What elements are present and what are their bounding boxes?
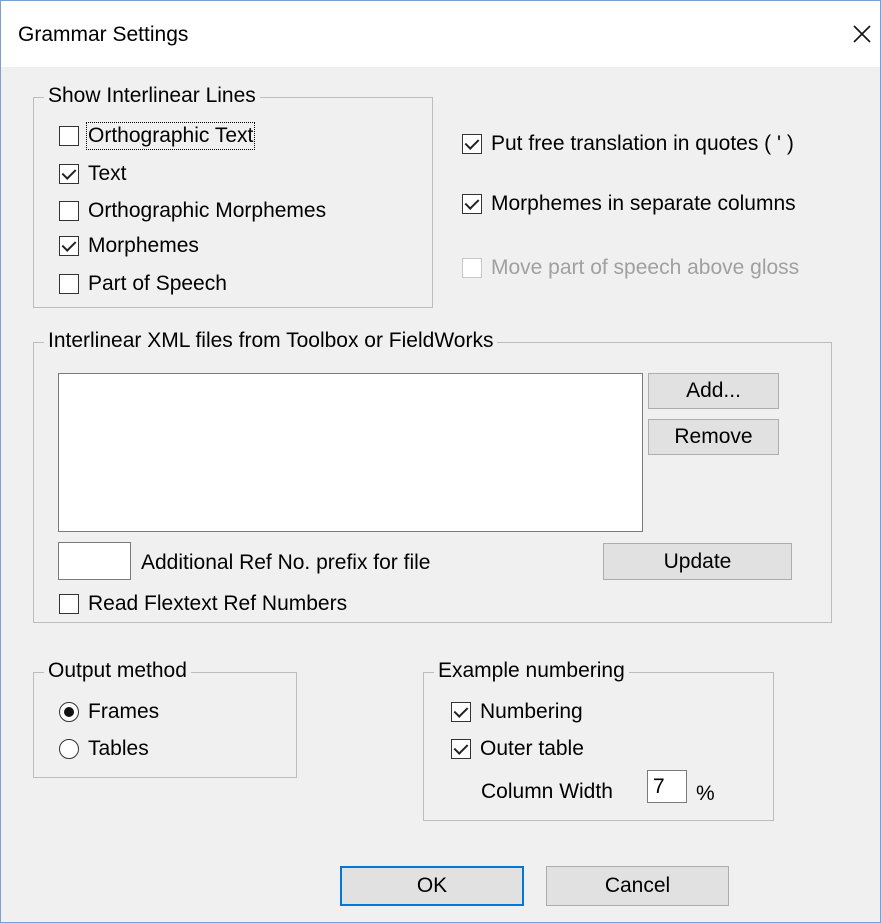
checkbox-label: Part of Speech (88, 272, 227, 295)
orthographic-morphemes-checkbox[interactable]: Orthographic Morphemes (59, 199, 326, 223)
free-translation-quotes-checkbox[interactable]: Put free translation in quotes ( ' ) (462, 132, 794, 156)
checkbox-label: Morphemes in separate columns (491, 192, 796, 215)
frames-radio[interactable]: Frames (59, 700, 159, 724)
cancel-button[interactable]: Cancel (546, 866, 729, 906)
close-icon (853, 25, 871, 43)
radio-label: Frames (88, 700, 160, 723)
column-width-input[interactable]: 7 (647, 770, 687, 803)
percent-label: % (696, 782, 715, 805)
xml-files-legend: Interlinear XML files from Toolbox or Fi… (44, 329, 498, 353)
ok-button-label: OK (416, 874, 448, 897)
example-numbering-legend: Example numbering (434, 659, 629, 683)
cancel-button-label: Cancel (604, 874, 671, 897)
morphemes-separate-columns-checkbox[interactable]: Morphemes in separate columns (462, 192, 796, 216)
checkbox-box (451, 702, 471, 722)
checkbox-box (59, 201, 79, 221)
column-width-value: 7 (653, 775, 665, 798)
checkbox-label: Outer table (480, 737, 584, 760)
checkbox-box (462, 134, 482, 154)
update-button[interactable]: Update (603, 543, 792, 580)
part-of-speech-checkbox[interactable]: Part of Speech (59, 272, 227, 296)
xml-files-group: Interlinear XML files from Toolbox or Fi… (33, 329, 832, 623)
checkbox-box (59, 594, 79, 614)
outer-table-checkbox[interactable]: Outer table (451, 737, 584, 761)
checkbox-label: Morphemes (88, 234, 199, 257)
checkbox-label: Put free translation in quotes ( ' ) (491, 132, 794, 155)
checkbox-label: Move part of speech above gloss (491, 256, 800, 279)
checkbox-box (59, 236, 79, 256)
checkbox-box (451, 739, 471, 759)
title-bar: Grammar Settings (1, 1, 880, 67)
add-button[interactable]: Add... (648, 373, 779, 409)
output-method-group: Output method Frames Tables (33, 659, 297, 778)
interlinear-lines-group: Show Interlinear Lines Orthographic Text… (33, 84, 433, 308)
interlinear-lines-legend: Show Interlinear Lines (44, 84, 260, 108)
checkbox-box (59, 274, 79, 294)
add-button-label: Add... (686, 379, 741, 402)
radio-label: Tables (88, 737, 149, 760)
ok-button[interactable]: OK (340, 866, 524, 906)
ref-prefix-label: Additional Ref No. prefix for file (141, 551, 431, 574)
remove-button-label: Remove (674, 425, 753, 448)
checkbox-box (59, 164, 79, 184)
column-width-label: Column Width (481, 780, 613, 803)
radio-circle (59, 739, 79, 759)
checkbox-label: Numbering (480, 700, 583, 723)
dialog-title: Grammar Settings (18, 23, 189, 46)
checkbox-label: Read Flextext Ref Numbers (88, 592, 348, 615)
text-checkbox[interactable]: Text (59, 162, 127, 186)
grammar-settings-dialog: Grammar Settings Show Interlinear Lines … (0, 0, 881, 923)
morphemes-checkbox[interactable]: Morphemes (59, 234, 199, 258)
checkbox-label: Orthographic Text (85, 122, 256, 150)
move-pos-above-gloss-checkbox[interactable]: Move part of speech above gloss (462, 256, 799, 280)
checkbox-label: Text (88, 162, 127, 185)
checkbox-box (462, 258, 482, 278)
checkbox-box (462, 194, 482, 214)
ref-prefix-input[interactable] (58, 542, 131, 580)
checkbox-box (59, 126, 79, 146)
update-button-label: Update (663, 549, 732, 573)
output-method-legend: Output method (44, 659, 191, 683)
remove-button[interactable]: Remove (648, 419, 779, 455)
radio-circle (59, 702, 79, 722)
numbering-checkbox[interactable]: Numbering (451, 700, 583, 724)
orthographic-text-checkbox[interactable]: Orthographic Text (59, 122, 256, 150)
checkbox-label: Orthographic Morphemes (88, 199, 327, 222)
example-numbering-group: Example numbering Numbering Outer table … (423, 659, 774, 821)
read-flextext-ref-checkbox[interactable]: Read Flextext Ref Numbers (59, 592, 347, 616)
xml-file-list[interactable] (58, 373, 643, 532)
tables-radio[interactable]: Tables (59, 737, 149, 761)
close-button[interactable] (845, 17, 879, 51)
